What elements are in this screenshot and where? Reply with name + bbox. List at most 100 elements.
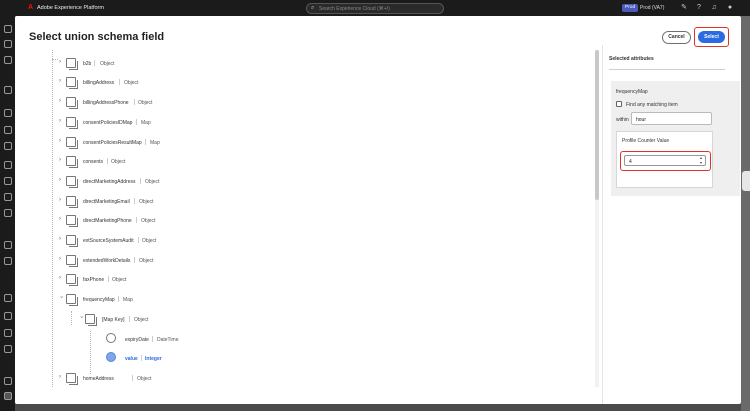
org-switcher[interactable]: Prod (VA7) <box>640 5 664 11</box>
field-type: Object <box>139 258 154 264</box>
tree-row[interactable]: › [Map Key] Object <box>30 313 590 327</box>
tree-row[interactable]: › directMarketingEmail Object <box>30 195 590 209</box>
notebooks-icon[interactable] <box>3 312 12 320</box>
help-icon[interactable]: ? <box>695 4 703 12</box>
tree-row[interactable]: › directMarketingAddress Object <box>30 175 590 189</box>
select-button-highlight: Select <box>694 27 729 47</box>
select-button[interactable]: Select <box>698 31 725 43</box>
separator <box>152 336 153 342</box>
field-name: billingAddressPhone <box>83 100 129 106</box>
settings-icon[interactable] <box>3 392 12 400</box>
separator <box>134 99 135 105</box>
object-icon <box>66 274 78 286</box>
chevron-right-icon[interactable]: › <box>59 59 65 65</box>
chevron-right-icon[interactable]: › <box>59 118 65 124</box>
find-any-label[interactable]: Find any matching item <box>626 102 678 108</box>
field-name: directMarketingPhone <box>83 218 132 224</box>
cancel-button[interactable]: Cancel <box>662 31 691 44</box>
app-name[interactable]: Adobe Experience Platform <box>37 5 104 11</box>
chevron-down-icon[interactable]: › <box>58 296 64 302</box>
left-nav-rail <box>0 16 15 411</box>
chevron-right-icon[interactable]: › <box>59 256 65 262</box>
chevron-right-icon[interactable]: › <box>59 216 65 222</box>
chevron-right-icon[interactable]: › <box>59 78 65 84</box>
stepper-icon[interactable]: ▴ ▾ <box>698 155 704 165</box>
tree-row[interactable]: › consentPoliciesIDMap Map <box>30 116 590 130</box>
tree-row[interactable]: › b2b Object <box>30 57 590 71</box>
within-field[interactable]: hour <box>631 112 712 125</box>
dashboard-icon[interactable] <box>3 86 12 94</box>
field-radio[interactable] <box>106 333 116 343</box>
profile-counter-input[interactable]: 4 ▴ ▾ <box>624 155 706 166</box>
object-icon <box>85 314 97 326</box>
field-type: Object <box>112 277 127 283</box>
avatar[interactable]: ● <box>726 4 734 12</box>
chevron-right-icon[interactable]: › <box>59 157 65 163</box>
field-name: faxPhone <box>83 277 105 283</box>
workflow-icon[interactable] <box>3 40 12 48</box>
adobe-logo-icon[interactable]: A <box>28 4 34 11</box>
global-search-input[interactable]: ⌕ Search Experience Cloud (⌘+/) <box>306 2 444 14</box>
field-radio-selected[interactable] <box>106 352 116 362</box>
chevron-right-icon[interactable]: › <box>59 236 65 242</box>
separator <box>94 60 95 66</box>
object-icon <box>66 156 78 168</box>
sources-icon[interactable] <box>3 126 12 134</box>
chevron-right-icon[interactable]: › <box>59 98 65 104</box>
permissions-icon[interactable] <box>3 345 12 353</box>
selected-attribute-card: frequencyMap Find any matching item with… <box>611 81 740 196</box>
tree-row[interactable]: › directMarketingPhone Object <box>30 214 590 228</box>
chevron-right-icon[interactable]: › <box>59 197 65 203</box>
segments-icon[interactable] <box>3 193 12 201</box>
environment-badge[interactable]: Prod <box>622 4 639 12</box>
datasets-icon[interactable] <box>3 257 12 265</box>
chevron-down-icon[interactable]: › <box>78 316 84 322</box>
tree-row[interactable]: expiryDate DateTime <box>30 333 590 347</box>
tree-row[interactable]: › extendedWorkDetails Object <box>30 254 590 268</box>
separator <box>107 158 108 164</box>
tree-scrollbar[interactable] <box>595 50 599 387</box>
users-icon[interactable] <box>3 329 12 337</box>
chevron-right-icon[interactable]: › <box>59 374 65 380</box>
tree-row[interactable]: › faxPhone Object <box>30 273 590 287</box>
separator <box>138 237 139 243</box>
destinations-icon[interactable] <box>3 142 12 150</box>
tree-row[interactable]: › billingAddress Object <box>30 76 590 90</box>
field-type: Object <box>137 376 152 382</box>
tree-row[interactable]: › consents Object <box>30 155 590 169</box>
profiles-icon[interactable] <box>3 177 12 185</box>
models-icon[interactable] <box>3 294 12 302</box>
monitor-icon[interactable] <box>3 56 12 64</box>
privacy-icon[interactable] <box>3 377 12 385</box>
tree-row[interactable]: › frequencyMap Map <box>30 293 590 307</box>
tree-row[interactable]: › billingAddressPhone Object <box>30 96 590 110</box>
within-label: within <box>616 117 629 123</box>
background-page <box>741 16 750 411</box>
separator <box>134 257 135 263</box>
tree-row[interactable]: › consentPoliciesResultMap Map <box>30 136 590 150</box>
tree-row[interactable]: › homeAddress Object <box>30 372 590 386</box>
field-name: homeAddress <box>83 376 114 382</box>
field-type: Map <box>150 140 160 146</box>
notifications-icon[interactable]: ♫ <box>710 4 718 12</box>
schemas-icon[interactable] <box>3 241 12 249</box>
tree-row-selected[interactable]: value Integer <box>30 352 590 366</box>
profile-counter-card: Profile Counter Value 4 ▴ ▾ <box>616 131 713 188</box>
object-icon <box>66 97 78 109</box>
catalog-icon[interactable] <box>3 109 12 117</box>
chevron-right-icon[interactable]: › <box>59 275 65 281</box>
find-any-checkbox[interactable] <box>616 101 622 107</box>
search-placeholder: Search Experience Cloud (⌘+/) <box>319 6 390 12</box>
home-icon[interactable] <box>3 25 12 33</box>
dialog-title: Select union schema field <box>29 31 165 43</box>
chevron-right-icon[interactable]: › <box>59 177 65 183</box>
scrollbar-thumb[interactable] <box>595 50 599 200</box>
tree-row[interactable]: › extSourceSystemAudit Object <box>30 234 590 248</box>
feedback-icon[interactable]: ✎ <box>680 4 688 12</box>
chevron-right-icon[interactable]: › <box>59 138 65 144</box>
separator <box>141 355 142 361</box>
identities-icon[interactable] <box>3 209 12 217</box>
queries-icon[interactable] <box>3 161 12 169</box>
field-type: Object <box>142 238 157 244</box>
field-name: billingAddress <box>83 80 115 86</box>
